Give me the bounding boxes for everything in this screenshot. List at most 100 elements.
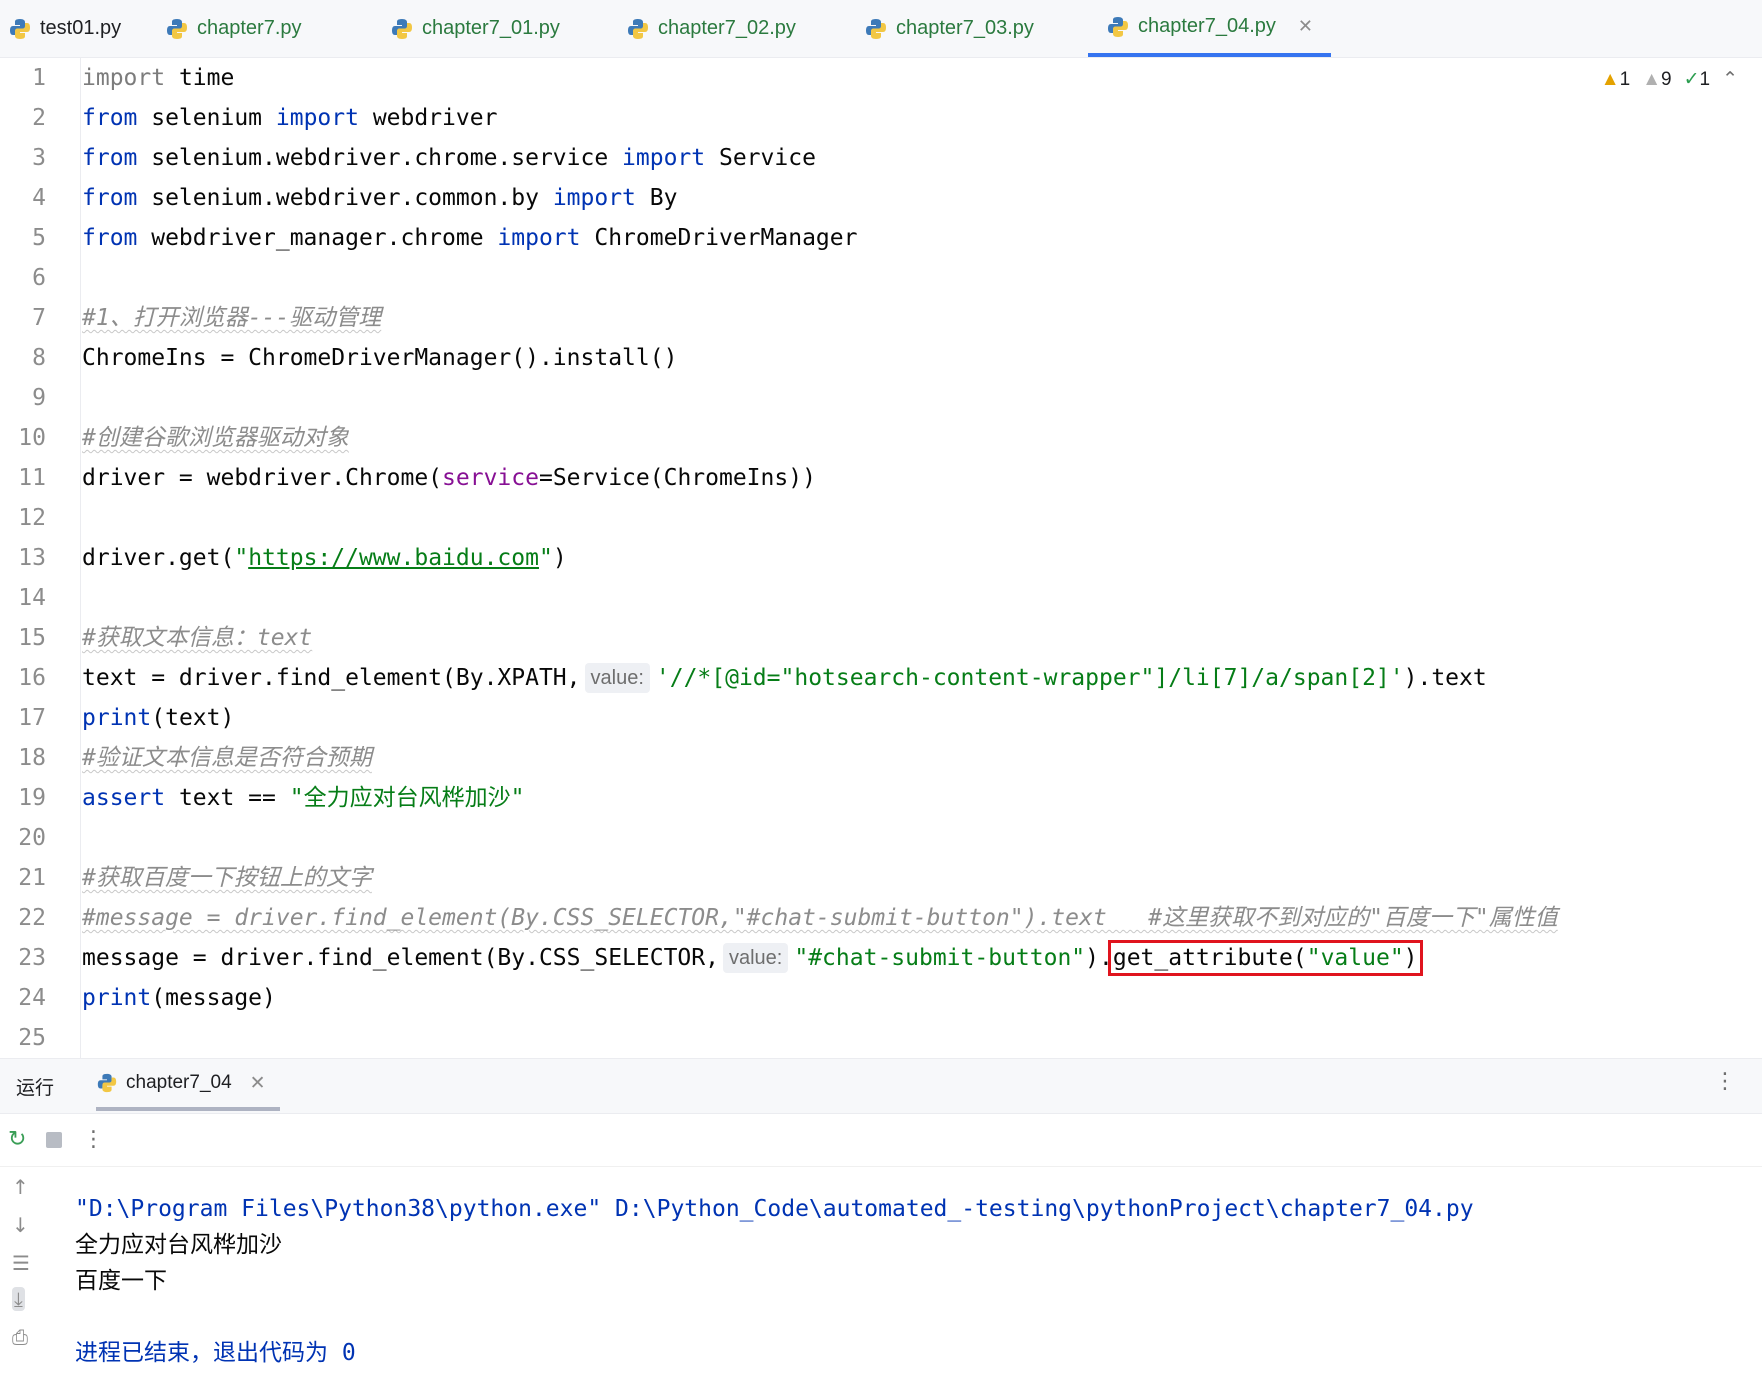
soft-wrap-icon[interactable]: ☰: [12, 1251, 30, 1275]
line-number: 20: [18, 825, 46, 851]
arrow-down-icon[interactable]: ↓: [12, 1213, 29, 1237]
print-icon[interactable]: ⎙: [12, 1325, 28, 1349]
check-icon: ✓: [1683, 69, 1700, 90]
console-exit-line: 进程已结束，退出代码为 0: [75, 1340, 356, 1366]
keyword: import: [275, 105, 359, 131]
string: '//*[@id="hotsearch-content-wrapper"]/li…: [655, 665, 1404, 691]
code-text: By: [635, 185, 678, 211]
close-icon[interactable]: ✕: [250, 1072, 266, 1095]
keyword: import: [622, 145, 706, 171]
builtin: print: [82, 985, 152, 1011]
tab-chapter7-02[interactable]: chapter7_02.py: [626, 0, 796, 57]
close-icon[interactable]: ✕: [1298, 16, 1313, 37]
tab-chapter7[interactable]: chapter7.py: [165, 0, 302, 57]
more-options-icon[interactable]: ⋮: [82, 1127, 104, 1152]
keyword: from: [82, 145, 138, 171]
tab-label: chapter7_04.py: [1138, 15, 1276, 37]
tab-chapter7-01[interactable]: chapter7_01.py: [390, 0, 560, 57]
run-tab-chapter7-04[interactable]: chapter7_04 ✕: [96, 1059, 280, 1111]
console-text: "D:\Program Files\Python38\python.exe": [75, 1196, 602, 1222]
line-number: 16: [18, 665, 46, 691]
code-text: ): [1403, 945, 1418, 971]
code-text: (text): [151, 705, 235, 731]
code-text: Service: [705, 145, 816, 171]
keyword: from: [82, 225, 138, 251]
code-line-16: text = driver.find_element(By.XPATH, valu…: [82, 658, 1487, 698]
rerun-icon[interactable]: ↻: [8, 1127, 26, 1152]
code-text: driver.get(: [82, 545, 235, 571]
python-file-icon: [167, 18, 187, 39]
code-text: =Service(ChromeIns)): [538, 465, 816, 491]
console-text: D:\Python_Code\automated_-testing\python…: [601, 1196, 1474, 1222]
line-number: 6: [32, 265, 46, 291]
line-number: 23: [18, 945, 46, 971]
code-line-24: print(message): [82, 978, 276, 1018]
code-line-19: assert text == "全力应对台风桦加沙": [82, 778, 524, 818]
scroll-to-end-icon[interactable]: ⤓: [12, 1287, 25, 1311]
code-text: get_attribute(: [1112, 945, 1307, 971]
parameter-hint: value:: [584, 663, 650, 693]
run-tab-label: chapter7_04: [126, 1072, 232, 1093]
code-line-17: print(text): [82, 698, 234, 738]
comment: #获取文本信息：text: [82, 625, 313, 651]
stop-icon[interactable]: [46, 1131, 63, 1148]
keyword: import: [82, 65, 166, 91]
code-line-21: #获取百度一下按钮上的文字: [82, 858, 372, 898]
tab-chapter7-03[interactable]: chapter7_03.py: [864, 0, 1034, 57]
weak-warning-count: 9: [1661, 68, 1672, 90]
code-line-18: #验证文本信息是否符合预期: [82, 738, 372, 778]
tab-label: chapter7_02.py: [658, 17, 796, 39]
code-line-1: import time: [82, 58, 234, 98]
comment: #获取百度一下按钮上的文字: [82, 865, 372, 891]
comment: #1、打开浏览器---驱动管理: [82, 305, 382, 331]
tab-label: chapter7.py: [197, 17, 302, 39]
python-file-icon: [866, 18, 886, 39]
run-toolbar: ↻ ⋮: [0, 1113, 1762, 1167]
comment: #message = driver.find_element(By.CSS_SE…: [82, 905, 1558, 931]
warning-icon: ▲: [1600, 68, 1620, 90]
code-line-8: ChromeIns = ChromeDriverManager().instal…: [82, 338, 677, 378]
string: ": [234, 545, 249, 571]
code-text: selenium.webdriver.common.by: [137, 185, 553, 211]
console-command-line: "D:\Program Files\Python38\python.exe" D…: [75, 1189, 1474, 1229]
python-file-icon: [97, 1073, 117, 1093]
line-number: 24: [18, 985, 46, 1011]
line-number: 2: [32, 105, 46, 131]
more-options-icon[interactable]: ⋮: [1714, 1069, 1736, 1094]
line-number: 10: [18, 425, 46, 451]
chevron-up-icon[interactable]: ⌃: [1722, 68, 1738, 91]
keyword: from: [82, 185, 138, 211]
code-text: (message): [151, 985, 276, 1011]
line-number: 22: [18, 905, 46, 931]
warning-count: 1: [1619, 68, 1631, 90]
run-header: 运行 chapter7_04 ✕ ⋮: [0, 1059, 1762, 1114]
tab-label: chapter7_01.py: [422, 17, 560, 39]
code-editor[interactable]: 1 2 3 4 5 6 7 8 9 10 11 12 13 14 15 16 1…: [0, 58, 1762, 1058]
run-title: 运行: [16, 1078, 55, 1099]
code-text: driver = webdriver.Chrome(: [82, 465, 443, 491]
editor-tab-bar: test01.py chapter7.py chapter7_01.py cha…: [0, 0, 1762, 58]
arrow-up-icon[interactable]: ↑: [12, 1175, 29, 1199]
line-number: 12: [18, 505, 46, 531]
code-text: ChromeDriverManager: [580, 225, 858, 251]
line-number: 17: [18, 705, 46, 731]
tab-test01[interactable]: test01.py: [8, 0, 121, 57]
url-link[interactable]: https://www.baidu.com: [248, 545, 539, 571]
keyword: import: [552, 185, 636, 211]
line-number: 25: [18, 1025, 46, 1051]
keyword: assert: [82, 785, 166, 811]
parameter-name: service: [442, 465, 539, 491]
line-number: 3: [32, 145, 46, 171]
code-line-4: from selenium.webdriver.common.by import…: [82, 178, 677, 218]
code-text: ): [552, 545, 567, 571]
run-tool-window: 运行 chapter7_04 ✕ ⋮ ↻ ⋮ ↑ ↓ ☰ ⤓ ⎙ "D:\Pro…: [0, 1058, 1762, 1383]
line-number: 11: [18, 465, 46, 491]
python-file-icon: [10, 18, 30, 39]
python-file-icon: [1108, 16, 1128, 37]
code-text: ).text: [1403, 665, 1487, 691]
tab-chapter7-04[interactable]: chapter7_04.py ✕: [1088, 0, 1331, 57]
comment: #验证文本信息是否符合预期: [82, 745, 372, 771]
inspection-widget[interactable]: ▲1 ▲9 ✓1 ⌃: [1601, 68, 1738, 91]
code-text: message = driver.find_element(By.CSS_SEL…: [82, 945, 719, 971]
keyword: import: [497, 225, 581, 251]
